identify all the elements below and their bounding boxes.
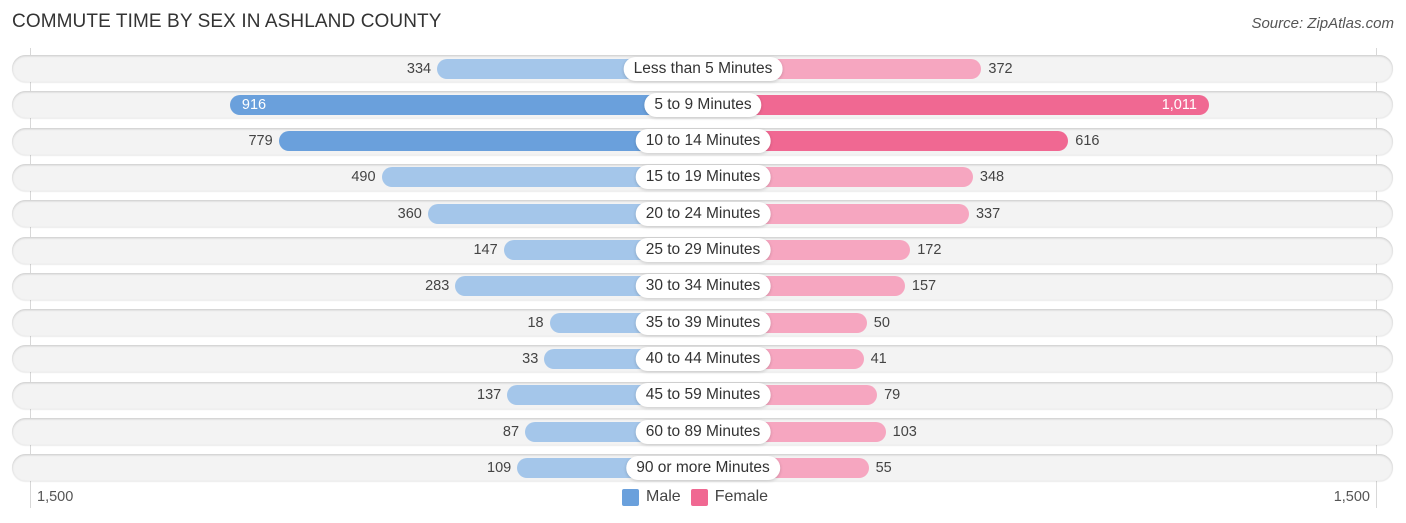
value-label-female: 616 bbox=[1075, 133, 1100, 150]
value-label-female: 79 bbox=[884, 387, 901, 404]
value-label-female: 157 bbox=[911, 278, 937, 295]
value-label-male: 147 bbox=[473, 242, 498, 258]
category-label: 15 to 19 Minutes bbox=[635, 165, 771, 190]
legend-item-male[interactable]: Male bbox=[622, 488, 681, 506]
value-label-female: 1,011 bbox=[1161, 96, 1197, 113]
value-label-male: 33 bbox=[522, 350, 539, 367]
value-label-male: 916 bbox=[241, 96, 267, 113]
category-label: Less than 5 Minutes bbox=[623, 56, 783, 81]
value-label-female: 348 bbox=[979, 169, 1005, 186]
value-label-male: 334 bbox=[406, 60, 432, 77]
value-label-male: 779 bbox=[248, 133, 273, 150]
value-label-male: 490 bbox=[351, 169, 376, 186]
category-label: 20 to 24 Minutes bbox=[635, 201, 771, 226]
value-label-female: 172 bbox=[917, 242, 942, 258]
value-label-male: 87 bbox=[502, 423, 520, 440]
value-label-male: 109 bbox=[487, 459, 512, 476]
bar-female[interactable] bbox=[703, 94, 1209, 115]
category-label: 60 to 89 Minutes bbox=[635, 419, 771, 444]
value-label-female: 372 bbox=[988, 60, 1013, 77]
value-label-female: 50 bbox=[873, 314, 890, 331]
source-label: Source: ZipAtlas.com bbox=[1251, 15, 1394, 32]
category-label: 35 to 39 Minutes bbox=[635, 310, 771, 335]
category-label: 25 to 29 Minutes bbox=[635, 238, 771, 262]
value-label-male: 283 bbox=[425, 278, 450, 295]
category-label: 10 to 14 Minutes bbox=[635, 129, 771, 154]
legend-item-female[interactable]: Female bbox=[690, 488, 769, 506]
category-label: 5 to 9 Minutes bbox=[644, 92, 762, 117]
legend: Male Female bbox=[622, 488, 778, 506]
value-label-male: 137 bbox=[477, 387, 502, 404]
category-label: 40 to 44 Minutes bbox=[635, 346, 771, 371]
category-label: 90 or more Minutes bbox=[626, 455, 780, 480]
legend-swatch-male bbox=[622, 488, 639, 506]
legend-swatch-female bbox=[690, 488, 708, 506]
legend-label-male: Male bbox=[646, 488, 681, 505]
axis-tick-left: 1,500 bbox=[37, 489, 74, 505]
bar-male[interactable] bbox=[229, 94, 703, 115]
chart-root: COMMUTE TIME BY SEX IN ASHLAND COUNTY So… bbox=[0, 0, 1406, 523]
value-label-male: 18 bbox=[527, 314, 544, 331]
chart-title: COMMUTE TIME BY SEX IN ASHLAND COUNTY bbox=[12, 11, 442, 32]
value-label-female: 41 bbox=[870, 350, 887, 367]
value-label-female: 103 bbox=[892, 423, 917, 440]
category-label: 45 to 59 Minutes bbox=[635, 383, 771, 408]
value-label-male: 360 bbox=[397, 205, 422, 222]
category-label: 30 to 34 Minutes bbox=[635, 274, 771, 299]
value-label-female: 337 bbox=[975, 205, 1001, 222]
legend-label-female: Female bbox=[714, 488, 769, 505]
value-label-female: 55 bbox=[875, 459, 892, 476]
axis-tick-right: 1,500 bbox=[1333, 489, 1370, 505]
